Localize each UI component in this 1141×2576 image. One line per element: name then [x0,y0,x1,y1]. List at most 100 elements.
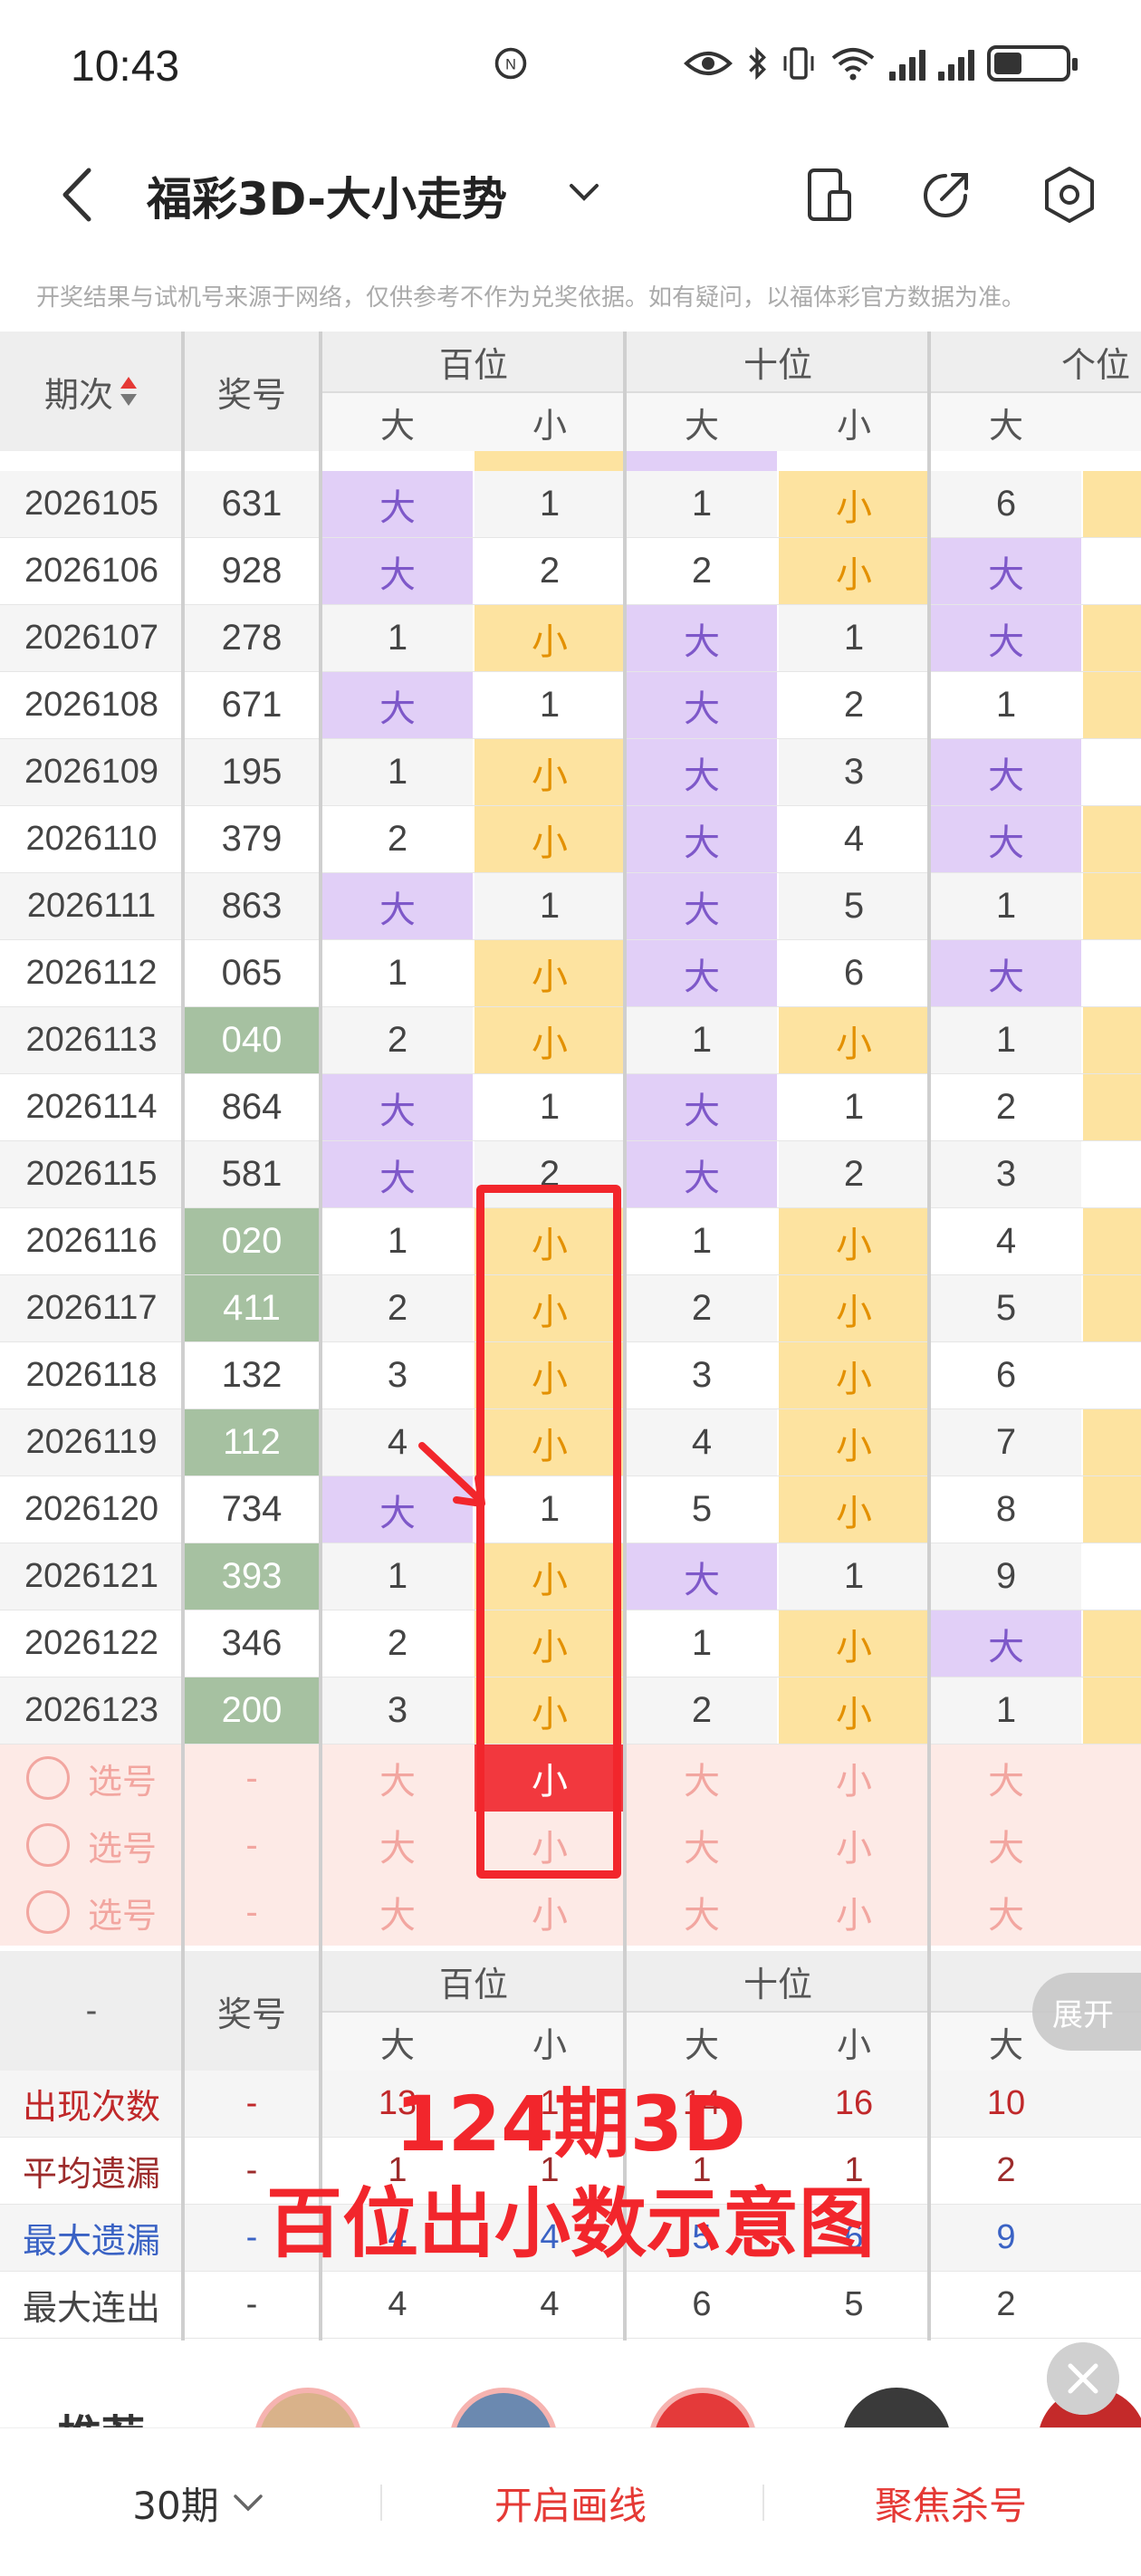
pick-cell[interactable]: 大 [627,1879,777,1946]
trend-cell: 2 [995,1087,1017,1127]
trend-cell: 2 [322,1275,473,1341]
settings-icon[interactable] [1038,163,1101,226]
trend-cell: 3 [931,1141,1081,1207]
stats-row: 最大连出 - 4 4 6 5 2 [0,2272,1141,2339]
row-period: 2026123 [0,1677,183,1744]
expand-button[interactable]: 展开 [1032,1973,1141,2051]
trend-cell: 大 [322,538,473,604]
trend-cell: 小 [779,1275,929,1341]
trend-cell: 1 [539,1087,561,1127]
row-period: 2026116 [25,1222,158,1260]
row-number: 346 [221,1623,283,1663]
pick-cell[interactable]: 小 [779,1879,929,1946]
recommend-avatar[interactable] [842,2388,951,2427]
pick-cell[interactable]: 大 [931,1745,1081,1812]
recommend-avatar[interactable] [449,2388,558,2427]
share-icon[interactable] [915,163,978,226]
trend-cell: 2 [387,1623,408,1663]
table-row: 2026112 065 1 小大 6 大 [0,940,1141,1007]
pick-select[interactable]: 选号 [0,1812,183,1879]
table-row: 2026110 379 2 小大 4 大 [0,806,1141,873]
pick-cell[interactable]: 大 [627,1812,777,1879]
trend-cell: 大 [322,1074,473,1140]
close-icon[interactable] [1047,2342,1119,2415]
signal-icon-2 [938,46,974,81]
trend-cell: 大 [931,739,1081,805]
draw-line-button[interactable]: 开启画线 [398,2428,743,2576]
trend-cell: 大 [627,1543,777,1610]
trend-cell: 1 [387,953,408,993]
sort-icon[interactable] [119,373,139,409]
stats-sub-small: 小 [836,2026,871,2065]
stats-value: 4 [540,2285,560,2323]
row-period: 2026119 [0,1409,183,1475]
trend-cell: 小 [779,1208,929,1274]
period-selector[interactable]: 30期 [54,2428,344,2576]
pick-cell[interactable]: 大 [322,1812,473,1879]
table-row: 2026114 864 大 1 大 1 2 [0,1074,1141,1141]
trend-cell: 小 [779,1409,929,1475]
row-number: 411 [183,1275,321,1341]
pick-label: 选号 [87,1763,157,1802]
trend-cell: 5 [931,1275,1081,1341]
pick-cell[interactable]: 大 [322,1745,473,1812]
table-row: 2026111 863 大 1 大 5 1 [0,873,1141,940]
trend-cell: 1 [387,1221,408,1261]
trend-cell: 大 [627,873,777,939]
pick-select[interactable]: 选号 [0,1879,183,1946]
vibrate-icon [783,47,814,80]
bluetooth-icon [749,46,766,81]
table-header: 期次 奖号 百位 十位 个位 大 小 大 小 大 [0,332,1141,451]
focus-kill-button[interactable]: 聚焦杀号 [779,2428,1123,2576]
pick-cell[interactable]: 小 [779,1812,929,1879]
header-period[interactable]: 期次 [0,332,183,451]
phone-layout-icon[interactable] [797,163,860,226]
stats-dash: - [245,2285,258,2323]
trend-cell: 大 [931,1610,1081,1677]
pick-select[interactable]: 选号 [0,1745,183,1812]
table-row: 2026107 278 1 小大 1 大 [0,605,1141,672]
pick-cell[interactable]: 大 [931,1812,1081,1879]
header-sub-big: 大 [988,407,1023,446]
trend-cell: 1 [779,1543,929,1610]
highlight-box [476,1185,621,1879]
signal-icon [889,46,925,81]
trend-cell: 2 [627,1677,777,1744]
trend-cell: 3 [691,1355,713,1395]
stats-header-dash: - [85,1991,98,2030]
row-number: 393 [183,1543,321,1610]
header-group-units: 个位 [1060,346,1130,385]
radio-circle-icon[interactable] [25,1890,70,1934]
pick-cell[interactable]: 大 [322,1879,473,1946]
page-title[interactable]: 福彩3D-大小走势 [147,163,507,228]
stats-sub-small: 小 [532,2026,567,2065]
trend-cell: 大 [931,940,1081,1006]
trend-cell: 小 [475,605,625,671]
pick-cell[interactable]: 大 [931,1879,1081,1946]
row-number: 040 [183,1007,321,1073]
back-arrow-icon[interactable] [53,163,107,226]
pick-cell[interactable]: 小 [779,1745,929,1812]
trend-cell: 4 [995,1221,1017,1261]
recommend-avatar[interactable] [648,2388,757,2427]
recommend-avatar[interactable] [254,2388,362,2427]
pick-cell[interactable]: 小 [475,1879,625,1946]
trend-cell: 小 [779,1476,929,1543]
pick-cell[interactable]: 大 [627,1745,777,1812]
status-icons: N [491,45,1078,82]
trend-cell: 2 [691,551,713,591]
radio-circle-icon[interactable] [25,1823,70,1867]
trend-cell: 1 [995,685,1017,725]
row-period: 2026111 [0,873,183,939]
trend-cell: 小 [779,538,929,604]
row-period: 2026118 [25,1356,158,1394]
table-row: 2026109 195 1 小大 3 大 [0,739,1141,806]
row-period: 2026109 [0,739,183,805]
radio-circle-icon[interactable] [25,1756,70,1800]
chevron-down-icon[interactable] [566,174,602,210]
trend-cell: 6 [995,1355,1017,1395]
svg-text:N: N [505,56,516,72]
header-sub-row: 大 小 大 小 大 [322,391,1141,451]
trend-cell: 大 [322,471,473,537]
trend-cell: 大 [322,873,473,939]
